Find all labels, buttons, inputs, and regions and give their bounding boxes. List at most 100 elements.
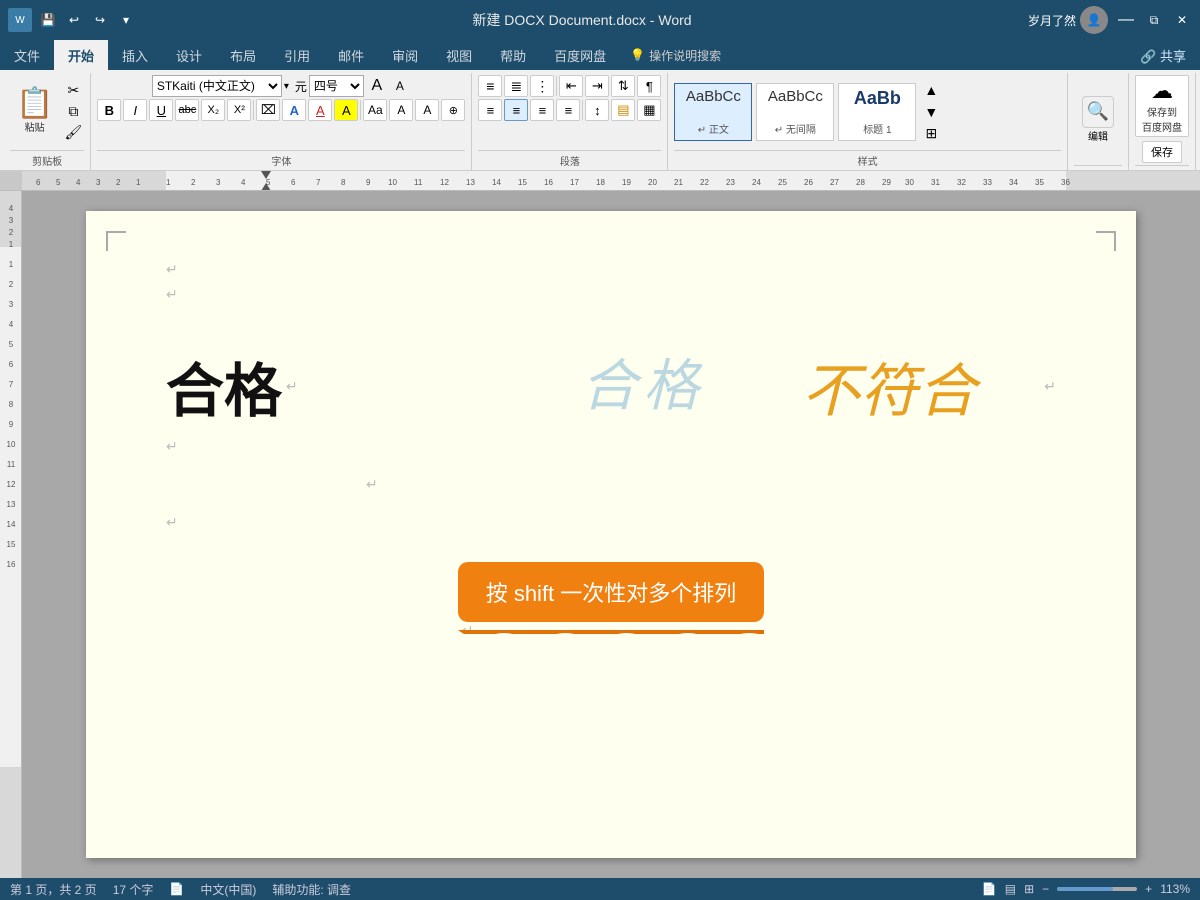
strikethrough-button[interactable]: abc (175, 99, 199, 121)
save-to-baidu-button[interactable]: ☁ 保存到 百度网盘 (1135, 75, 1189, 137)
restore-button[interactable]: ⧉ (1144, 10, 1164, 30)
tab-design[interactable]: 设计 (162, 40, 216, 70)
multilevel-button[interactable]: ⋮ (530, 75, 554, 97)
border-button[interactable]: ▦ (637, 99, 661, 121)
group-paragraph: ≡ ≣ ⋮ ⇤ ⇥ ⇅ ¶ ≡ ≡ ≡ ≡ (472, 73, 668, 170)
tab-home[interactable]: 开始 (54, 40, 108, 70)
style-nospace-preview: AaBbCc (768, 88, 823, 105)
numbering-button[interactable]: ≣ (504, 75, 528, 97)
tab-review[interactable]: 审阅 (378, 40, 432, 70)
line-spacing-button[interactable]: ↕ (585, 99, 609, 121)
bullets-button[interactable]: ≡ (478, 75, 502, 97)
tab-baidu[interactable]: 百度网盘 (540, 40, 620, 70)
svg-text:18: 18 (596, 178, 605, 187)
svg-text:9: 9 (366, 178, 371, 187)
document-area[interactable]: ↵ 合格 ↵ 合格 ↵ (22, 191, 1200, 878)
minimize-button[interactable]: — (1116, 10, 1136, 30)
highlight-button[interactable]: A (334, 99, 358, 121)
copy-button[interactable]: ⧉ (62, 102, 84, 122)
zoom-out-button[interactable]: − (1042, 882, 1049, 896)
tab-insert[interactable]: 插入 (108, 40, 162, 70)
group-clipboard: 📋 粘贴 ✂ ⧉ 🖌 剪贴板 (4, 73, 91, 170)
close-button[interactable]: ✕ (1172, 10, 1192, 30)
align-right-button[interactable]: ≡ (530, 99, 554, 121)
show-marks-button[interactable]: ¶ (637, 75, 661, 97)
view-icon-1[interactable]: 📄 (982, 882, 997, 896)
tab-help[interactable]: 帮助 (486, 40, 540, 70)
align-center-button[interactable]: ≡ (504, 99, 528, 121)
shading-button[interactable]: ▤ (611, 99, 635, 121)
styles-expand[interactable]: ⊞ (920, 124, 942, 144)
font-size-select[interactable]: 四号 (309, 75, 364, 97)
more-commands-button[interactable]: ▾ (116, 10, 136, 30)
align-left-button[interactable]: ≡ (478, 99, 502, 121)
svg-text:11: 11 (6, 460, 15, 469)
phonetic-button[interactable]: ⊕ (441, 99, 465, 121)
style-heading1[interactable]: AaBb 标题 1 (838, 83, 916, 141)
callout-box: 按 shift 一次性对多个排列 (458, 562, 765, 622)
page-corner-tl (106, 231, 126, 251)
italic-button[interactable]: I (123, 99, 147, 121)
zoom-in-button[interactable]: + (1145, 882, 1152, 896)
styles-label: 样式 (674, 150, 1061, 168)
increase-indent-button[interactable]: ⇥ (585, 75, 609, 97)
tab-file[interactable]: 文件 (0, 40, 54, 70)
search-box-label[interactable]: 操作说明搜索 (649, 47, 721, 64)
font-family-select[interactable]: STKaiti (中文正文) (152, 75, 282, 97)
paste-button[interactable]: 📋 粘贴 (10, 87, 59, 136)
style-normal-preview: AaBbCc (686, 88, 741, 105)
tab-layout[interactable]: 布局 (216, 40, 270, 70)
text-effect-button[interactable]: A (282, 99, 306, 121)
svg-text:24: 24 (752, 178, 761, 187)
font-grow-button[interactable]: A (366, 76, 388, 96)
svg-text:22: 22 (700, 178, 709, 187)
decrease-indent-button[interactable]: ⇤ (559, 75, 583, 97)
save-button[interactable]: 保存 (1142, 141, 1182, 163)
para-mark-2: ↵ (166, 286, 178, 302)
group-styles: AaBbCc ↵ 正文 AaBbCc ↵ 无间隔 AaBb 标题 1 ▲ ▼ (668, 73, 1068, 170)
justify-button[interactable]: ≡ (556, 99, 580, 121)
lang-indicator[interactable]: 中文(中国) (200, 881, 256, 898)
font-shrink-button[interactable]: A (389, 76, 411, 96)
view-icon-2[interactable]: ▤ (1005, 882, 1016, 896)
search-button[interactable]: 🔍 编辑 (1074, 92, 1122, 147)
cut-button[interactable]: ✂ (62, 81, 84, 101)
quick-save-button[interactable]: 💾 (38, 10, 58, 30)
svg-text:6: 6 (8, 360, 13, 369)
tab-view[interactable]: 视图 (432, 40, 486, 70)
font-aa-button[interactable]: Aa (363, 99, 387, 121)
tab-mailings[interactable]: 邮件 (324, 40, 378, 70)
font-style-button[interactable]: A (415, 99, 439, 121)
sort-button[interactable]: ⇅ (611, 75, 635, 97)
para-mark-6: ↵ (166, 514, 178, 530)
document-page: ↵ 合格 ↵ 合格 ↵ (86, 211, 1136, 858)
styles-scroll-down[interactable]: ▼ (920, 102, 942, 122)
clear-format-button[interactable]: ⌧ (256, 99, 280, 121)
accessibility[interactable]: 辅助功能: 调查 (272, 881, 351, 898)
style-heading1-name: 标题 1 (863, 121, 891, 136)
page-corner-tr (1096, 231, 1116, 251)
style-nospace[interactable]: AaBbCc ↵ 无间隔 (756, 83, 834, 141)
svg-text:3: 3 (216, 178, 221, 187)
document-content[interactable]: ↵ 合格 ↵ 合格 ↵ (166, 261, 1056, 761)
svg-text:33: 33 (983, 178, 992, 187)
user-account[interactable]: 岁月了然 👤 (1028, 6, 1108, 34)
para-mark-5: ↵ (366, 476, 378, 492)
bold-button[interactable]: B (97, 99, 121, 121)
undo-button[interactable]: ↩ (64, 10, 84, 30)
page-view-icon[interactable]: 📄 (169, 882, 184, 896)
tab-references[interactable]: 引用 (270, 40, 324, 70)
underline-button[interactable]: U (149, 99, 173, 121)
style-normal[interactable]: AaBbCc ↵ 正文 (674, 83, 752, 141)
view-icon-3[interactable]: ⊞ (1024, 882, 1034, 896)
font-color-button[interactable]: A (308, 99, 332, 121)
zoom-slider[interactable] (1057, 887, 1137, 891)
subscript-button[interactable]: X₂ (201, 99, 225, 121)
styles-scroll-up[interactable]: ▲ (920, 80, 942, 100)
font-char-button[interactable]: A (389, 99, 413, 121)
svg-text:5: 5 (8, 340, 13, 349)
redo-button[interactable]: ↪ (90, 10, 110, 30)
superscript-button[interactable]: X² (227, 99, 251, 121)
tab-share[interactable]: 🔗 共享 (1126, 40, 1200, 70)
format-paint-button[interactable]: 🖌 (62, 123, 84, 143)
